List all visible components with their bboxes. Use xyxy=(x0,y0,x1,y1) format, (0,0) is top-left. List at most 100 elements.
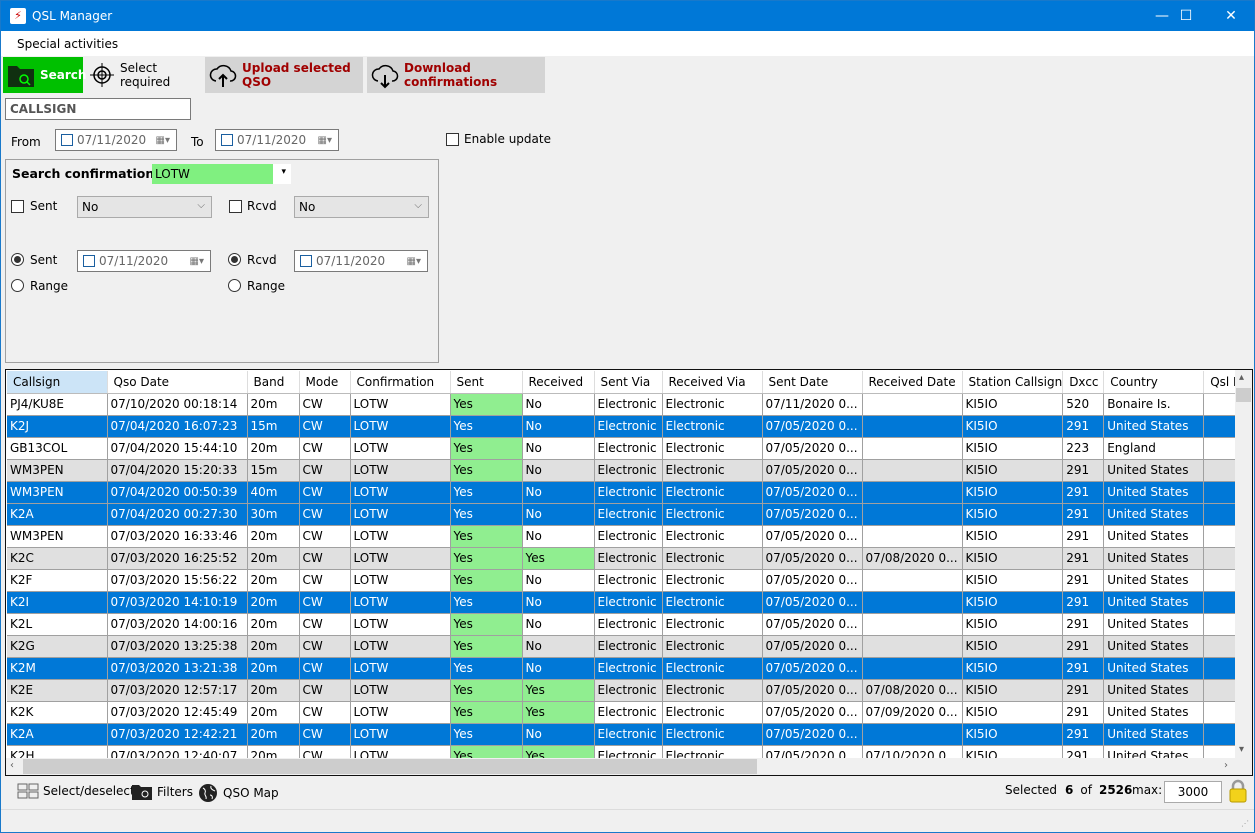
vertical-scrollbar[interactable]: ▴ ▾ xyxy=(1235,370,1252,760)
callsign-input[interactable]: CALLSIGN xyxy=(5,98,191,120)
rcvd-checkbox[interactable] xyxy=(229,200,242,213)
sent-label: Sent xyxy=(30,199,58,213)
table-cell xyxy=(862,613,963,636)
column-header[interactable]: Band xyxy=(247,371,300,394)
to-label: To xyxy=(191,135,204,149)
table-cell: 291 xyxy=(1062,481,1105,504)
rcvd-date-checkbox[interactable] xyxy=(300,255,312,267)
lock-icon[interactable] xyxy=(1228,779,1248,803)
table-cell: WM3PEN xyxy=(7,459,108,482)
table-row[interactable]: K2J 07/04/2020 16:07:23 15m CW LOTW Yes No Elec… xyxy=(7,415,1245,438)
sent-date-checkbox[interactable] xyxy=(83,255,95,267)
table-row[interactable]: K2A 07/03/2020 12:42:21 20m CW LOTW Yes No Elec… xyxy=(7,723,1245,746)
table-cell: Bonaire Is. xyxy=(1103,393,1205,416)
select-required-button[interactable]: Select required xyxy=(85,57,203,93)
column-header[interactable]: Mode xyxy=(299,371,351,394)
menu-special-activities[interactable]: Special activities xyxy=(17,37,118,51)
table-row[interactable]: K2I 07/03/2020 14:10:19 20m CW LOTW Yes No Elec… xyxy=(7,591,1245,614)
table-cell: 07/05/2020 0... xyxy=(762,657,863,680)
table-cell: CW xyxy=(299,525,351,548)
table-cell: Yes xyxy=(450,569,523,592)
rcvd-range-radio[interactable] xyxy=(228,279,241,292)
table-cell: 291 xyxy=(1062,635,1105,658)
column-header[interactable]: Callsign xyxy=(7,371,108,394)
rcvd-date-radio[interactable] xyxy=(228,253,241,266)
download-button[interactable]: Download confirmations xyxy=(367,57,545,93)
sent-checkbox[interactable] xyxy=(11,200,24,213)
max-input[interactable]: 3000 xyxy=(1164,781,1222,803)
table-row[interactable]: K2A 07/04/2020 00:27:30 30m CW LOTW Yes No Elec… xyxy=(7,503,1245,526)
from-date-checkbox[interactable] xyxy=(61,134,73,146)
filters-button[interactable]: Filters xyxy=(131,783,193,801)
table-row[interactable]: K2C 07/03/2020 16:25:52 20m CW LOTW Yes Yes Ele… xyxy=(7,547,1245,570)
table-cell: KI5IO xyxy=(962,635,1064,658)
vertical-scroll-thumb[interactable] xyxy=(1236,388,1251,402)
column-header[interactable]: Sent Date xyxy=(762,371,863,394)
rcvd-date-picker[interactable]: 07/11/2020 ▦▾ xyxy=(294,250,428,272)
table-cell: 223 xyxy=(1062,437,1105,460)
to-date-checkbox[interactable] xyxy=(221,134,233,146)
table-cell: LOTW xyxy=(350,393,451,416)
table-cell: Yes xyxy=(450,723,523,746)
table-row[interactable]: WM3PEN 07/04/2020 15:20:33 15m CW LOTW Yes No E… xyxy=(7,459,1245,482)
table-row[interactable]: K2G 07/03/2020 13:25:38 20m CW LOTW Yes No Elec… xyxy=(7,635,1245,658)
scroll-down-icon[interactable]: ▾ xyxy=(1239,744,1244,755)
table-cell: No xyxy=(522,635,595,658)
table-row[interactable]: K2K 07/03/2020 12:45:49 20m CW LOTW Yes Yes Ele… xyxy=(7,701,1245,724)
table-row[interactable]: GB13COL 07/04/2020 15:44:10 20m CW LOTW Yes No… xyxy=(7,437,1245,460)
select-deselect-button[interactable]: Select/deselect xyxy=(17,783,135,799)
table-row[interactable]: K2F 07/03/2020 15:56:22 20m CW LOTW Yes No Elec… xyxy=(7,569,1245,592)
sent-range-radio[interactable] xyxy=(11,279,24,292)
table-cell: 07/03/2020 16:25:52 xyxy=(107,547,248,570)
horizontal-scrollbar[interactable]: ‹ › xyxy=(6,758,1252,775)
column-header[interactable]: Station Callsign xyxy=(962,371,1064,394)
table-row[interactable]: PJ4/KU8E 07/10/2020 00:18:14 20m CW LOTW Yes N… xyxy=(7,393,1245,416)
scroll-left-icon[interactable]: ‹ xyxy=(10,760,14,771)
column-header[interactable]: Country xyxy=(1103,371,1205,394)
scroll-up-icon[interactable]: ▴ xyxy=(1239,372,1244,383)
from-date-picker[interactable]: 07/11/2020 ▦▾ xyxy=(55,129,177,151)
rcvd-select[interactable]: No ⌵ xyxy=(294,196,429,218)
column-header[interactable]: Received Date xyxy=(862,371,963,394)
maximize-button[interactable]: ☐ xyxy=(1163,1,1209,31)
table-cell: Electronic xyxy=(662,525,763,548)
table-cell: No xyxy=(522,437,595,460)
horizontal-scroll-thumb[interactable] xyxy=(23,759,757,774)
dropdown-arrow-icon: ▾ xyxy=(281,167,286,177)
table-cell: Yes xyxy=(450,525,523,548)
column-header[interactable]: Sent Via xyxy=(594,371,663,394)
search-button[interactable]: Search xyxy=(3,57,86,93)
table-cell: CW xyxy=(299,393,351,416)
table-row[interactable]: K2M 07/03/2020 13:21:38 20m CW LOTW Yes No Elec… xyxy=(7,657,1245,680)
table-row[interactable]: WM3PEN 07/03/2020 16:33:46 20m CW LOTW Yes No E… xyxy=(7,525,1245,548)
column-header[interactable]: Received Via xyxy=(662,371,763,394)
column-header[interactable]: Received xyxy=(522,371,595,394)
table-row[interactable]: K2E 07/03/2020 12:57:17 20m CW LOTW Yes Yes Ele… xyxy=(7,679,1245,702)
table-cell: No xyxy=(522,503,595,526)
column-header[interactable]: Qso Date xyxy=(107,371,248,394)
confirmation-type-select[interactable]: LOTW ▾ xyxy=(152,164,291,184)
sent-range-label: Range xyxy=(30,279,69,293)
sent-date-picker[interactable]: 07/11/2020 ▦▾ xyxy=(77,250,211,272)
resize-grip-icon[interactable]: ⋰ xyxy=(1241,819,1249,828)
close-button[interactable]: ✕ xyxy=(1208,1,1254,31)
table-cell: LOTW xyxy=(350,415,451,438)
column-header[interactable]: Dxcc xyxy=(1062,371,1105,394)
table-row[interactable]: WM3PEN 07/04/2020 00:50:39 40m CW LOTW Yes No E… xyxy=(7,481,1245,504)
sent-date-radio[interactable] xyxy=(11,253,24,266)
scroll-right-icon[interactable]: › xyxy=(1224,760,1228,771)
table-cell: LOTW xyxy=(350,569,451,592)
table-cell xyxy=(862,657,963,680)
table-cell: KI5IO xyxy=(962,481,1064,504)
enable-update-checkbox[interactable] xyxy=(446,133,459,146)
table-cell: United States xyxy=(1103,723,1205,746)
column-header[interactable]: Sent xyxy=(450,371,523,394)
qso-map-button[interactable]: QSO Map xyxy=(198,783,279,803)
upload-button[interactable]: Upload selected QSO xyxy=(205,57,363,93)
column-header[interactable]: Confirmation xyxy=(350,371,451,394)
table-cell: CW xyxy=(299,679,351,702)
table-cell: KI5IO xyxy=(962,393,1064,416)
to-date-picker[interactable]: 07/11/2020 ▦▾ xyxy=(215,129,339,151)
sent-select[interactable]: No ⌵ xyxy=(77,196,212,218)
table-row[interactable]: K2L 07/03/2020 14:00:16 20m CW LOTW Yes No Elec… xyxy=(7,613,1245,636)
